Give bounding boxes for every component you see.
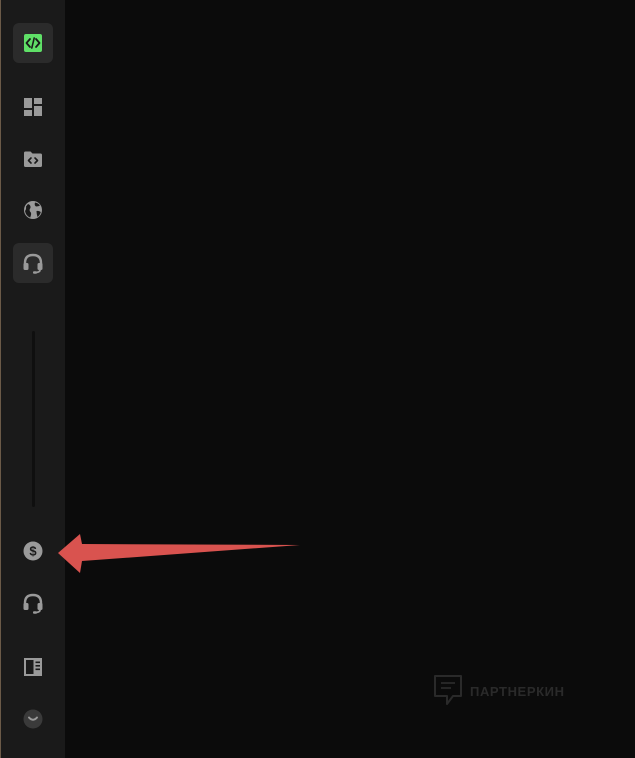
app-window: $ ПАРТНЕРКИН: [0, 0, 635, 758]
main-content: [65, 0, 635, 758]
book-icon: [23, 657, 43, 677]
sidebar: $: [1, 0, 65, 758]
chat-bubble-icon: [433, 674, 463, 709]
sidebar-item-dashboard[interactable]: [13, 87, 53, 127]
sidebar-scroll-track[interactable]: [32, 331, 35, 507]
svg-text:$: $: [29, 544, 37, 559]
dashboard-icon: [23, 97, 43, 117]
code-icon: [24, 34, 42, 52]
headset-icon: [22, 592, 44, 614]
sidebar-item-docs[interactable]: [13, 647, 53, 687]
sidebar-item-account[interactable]: [13, 699, 53, 739]
headset-icon: [22, 252, 44, 274]
chevron-down-circle-icon: [23, 709, 43, 729]
sidebar-item-projects[interactable]: [13, 139, 53, 179]
sidebar-item-billing[interactable]: $: [13, 531, 53, 571]
sidebar-item-globe[interactable]: [13, 190, 53, 230]
globe-icon: [23, 200, 43, 220]
code-folder-icon: [23, 150, 43, 168]
sidebar-item-support[interactable]: [13, 243, 53, 283]
dollar-icon: $: [23, 541, 43, 561]
watermark-text: ПАРТНЕРКИН: [470, 684, 565, 699]
sidebar-item-help[interactable]: [13, 583, 53, 623]
watermark: ПАРТНЕРКИН: [433, 674, 565, 709]
sidebar-item-code[interactable]: [13, 23, 53, 63]
